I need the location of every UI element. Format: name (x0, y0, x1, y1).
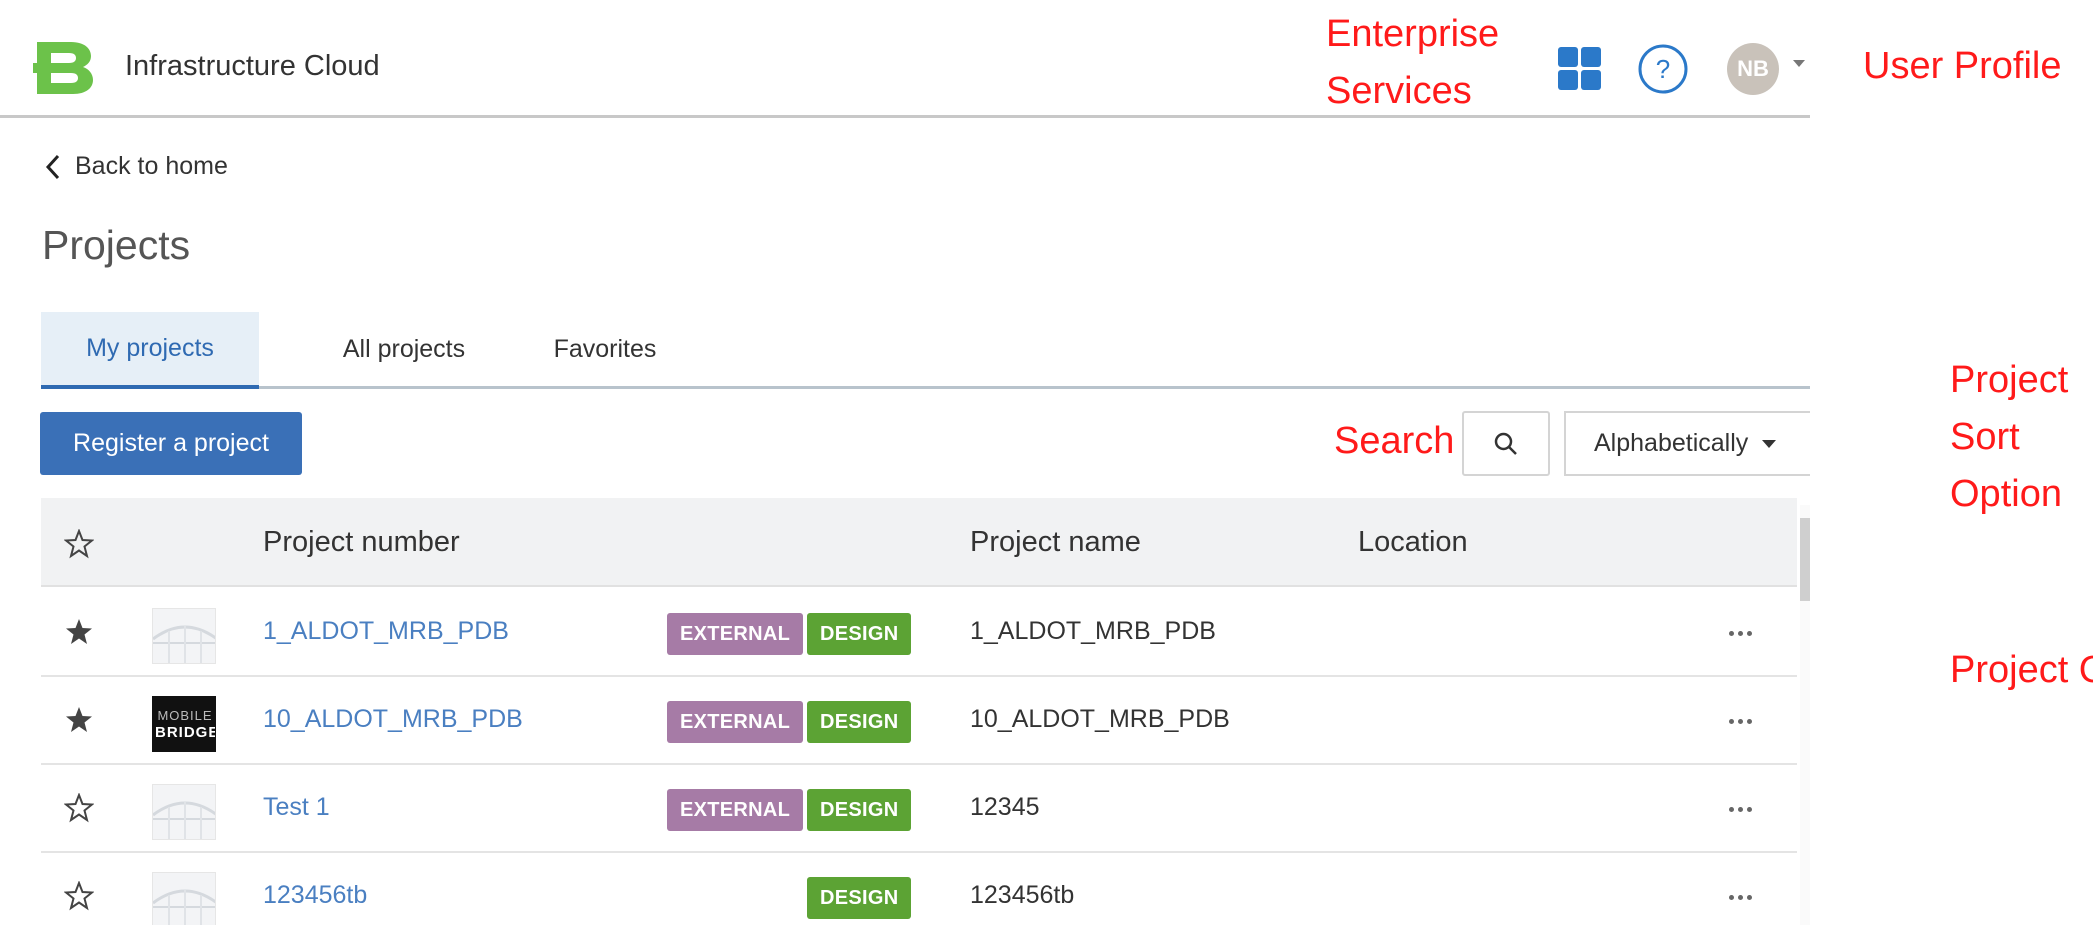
favorite-star-outline-icon[interactable] (64, 793, 94, 823)
external-badge: EXTERNAL (667, 701, 804, 743)
thumbnail-logo-text: MOBILE (157, 708, 213, 723)
table-row[interactable]: 1_ALDOT_MRB_PDB EXTERNAL DESIGN 1_ALDOT_… (41, 589, 1797, 677)
app-title: Infrastructure Cloud (125, 50, 380, 82)
design-badge: DESIGN (807, 789, 912, 831)
project-options-menu-icon[interactable] (1717, 615, 1763, 651)
tab-favorites[interactable]: Favorites (509, 312, 701, 386)
bridge-image-icon (153, 625, 215, 663)
grid-apps-icon[interactable] (1557, 46, 1602, 91)
caret-down-icon (1762, 439, 1777, 448)
project-options-menu-icon[interactable] (1717, 879, 1763, 915)
project-name: 10_ALDOT_MRB_PDB (970, 705, 1230, 733)
svg-text:?: ? (1656, 54, 1670, 84)
search-icon (1494, 432, 1517, 455)
project-number-link[interactable]: 10_ALDOT_MRB_PDB (263, 705, 523, 734)
project-thumbnail (152, 784, 216, 840)
tab-all-projects[interactable]: All projects (299, 312, 509, 386)
favorite-star-outline-icon[interactable] (64, 529, 94, 559)
annotation-enterprise-services: Enterprise Services (1326, 13, 1500, 112)
column-header-project-number[interactable]: Project number (263, 526, 460, 559)
project-options-menu-icon[interactable] (1717, 703, 1763, 739)
back-to-home-link[interactable]: Back to home (45, 152, 228, 181)
favorite-star-filled-icon[interactable] (64, 705, 94, 735)
back-link-label: Back to home (75, 152, 228, 180)
help-icon[interactable]: ? (1637, 43, 1689, 95)
page-title: Projects (42, 222, 191, 268)
search-button[interactable] (1462, 411, 1550, 476)
user-avatar[interactable]: NB (1727, 43, 1779, 95)
external-badge: EXTERNAL (667, 789, 804, 831)
table-row[interactable]: Test 1 EXTERNAL DESIGN 12345 (41, 765, 1797, 853)
sort-select[interactable]: Alphabetically (1564, 411, 1810, 476)
favorite-star-filled-icon[interactable] (64, 617, 94, 647)
design-badge: DESIGN (807, 613, 912, 655)
bentley-logo-icon[interactable] (33, 38, 95, 96)
chevron-left-icon (45, 154, 60, 179)
project-name: 12345 (970, 793, 1040, 821)
project-options-menu-icon[interactable] (1717, 791, 1763, 827)
annotation-project-sort-option: Project Sort Option (1950, 359, 2069, 515)
project-name: 123456tb (970, 881, 1075, 909)
project-thumbnail (152, 608, 216, 664)
annotation-search: Search (1334, 420, 1455, 462)
project-name: 1_ALDOT_MRB_PDB (970, 617, 1216, 645)
table-row[interactable]: 123456tb DESIGN 123456tb (41, 853, 1797, 925)
project-thumbnail (152, 872, 216, 925)
sort-select-value: Alphabetically (1594, 429, 1749, 457)
project-number-link[interactable]: 123456tb (263, 881, 367, 910)
column-header-project-name[interactable]: Project name (970, 526, 1141, 559)
external-badge: EXTERNAL (667, 613, 804, 655)
favorite-star-outline-icon[interactable] (64, 881, 94, 911)
design-badge: DESIGN (807, 701, 912, 743)
bridge-image-icon (153, 889, 215, 925)
table-row[interactable]: MOBILE BRIDGE 10_ALDOT_MRB_PDB EXTERNAL … (41, 677, 1797, 765)
project-tabs: My projects All projects Favorites (41, 312, 1810, 389)
table-header: Project number Project name Location (41, 498, 1797, 587)
project-number-link[interactable]: Test 1 (263, 793, 330, 822)
project-number-link[interactable]: 1_ALDOT_MRB_PDB (263, 617, 509, 646)
column-header-location[interactable]: Location (1358, 526, 1468, 559)
table-scrollbar-thumb[interactable] (1800, 518, 1810, 601)
project-thumbnail: MOBILE BRIDGE (152, 696, 216, 752)
thumbnail-logo-text: BRIDGE (155, 724, 216, 741)
design-badge: DESIGN (807, 877, 912, 919)
bridge-image-icon (153, 801, 215, 839)
annotation-project-options: Project Options (1950, 649, 2093, 691)
register-project-button[interactable]: Register a project (40, 412, 302, 475)
annotation-user-profile: User Profile (1863, 45, 2062, 87)
chevron-down-icon[interactable] (1793, 60, 1805, 67)
tab-my-projects[interactable]: My projects (41, 312, 259, 389)
